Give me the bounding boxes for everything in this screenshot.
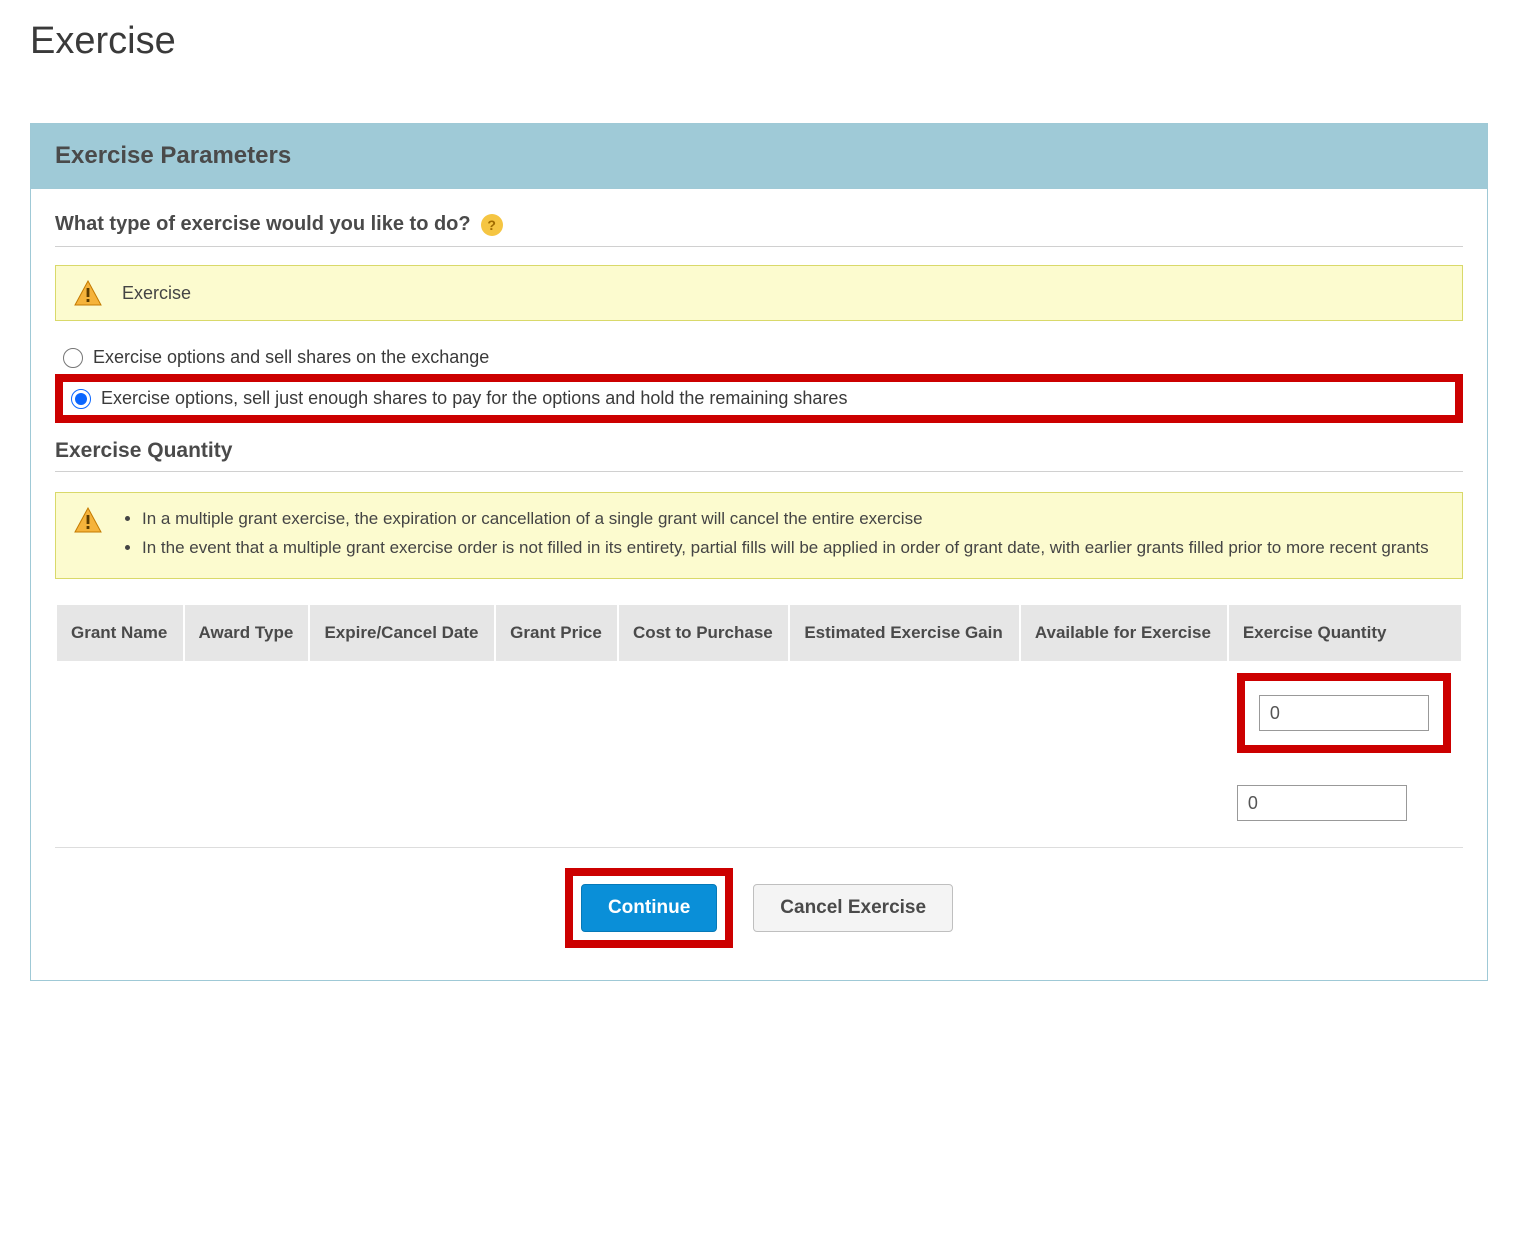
cancel-exercise-button[interactable]: Cancel Exercise (753, 884, 953, 932)
redacted-cells (56, 764, 1228, 842)
qty-cell (1228, 764, 1462, 842)
exercise-quantity-title: Exercise Quantity (55, 439, 1463, 472)
grants-table: Grant Name Award Type Expire/Cancel Date… (55, 603, 1463, 843)
panel-header: Exercise Parameters (31, 124, 1487, 189)
question-text: What type of exercise would you like to … (55, 213, 471, 236)
exercise-panel: Exercise Parameters What type of exercis… (30, 123, 1488, 981)
continue-button[interactable]: Continue (581, 884, 717, 932)
help-icon[interactable]: ? (481, 214, 503, 236)
radio-label: Exercise options, sell just enough share… (101, 388, 847, 409)
exercise-type-question: What type of exercise would you like to … (55, 213, 1463, 247)
table-row (56, 662, 1462, 764)
continue-highlight: Continue (565, 868, 733, 948)
quantity-alert: In a multiple grant exercise, the expira… (55, 492, 1463, 579)
quantity-alert-list: In a multiple grant exercise, the expira… (122, 507, 1429, 564)
quantity-alert-item: In the event that a multiple grant exerc… (142, 536, 1429, 561)
exercise-quantity-input[interactable] (1237, 785, 1407, 821)
exercise-alert-text: Exercise (122, 283, 191, 304)
col-grant-price: Grant Price (495, 604, 618, 662)
col-available: Available for Exercise (1020, 604, 1228, 662)
col-cost-purchase: Cost to Purchase (618, 604, 789, 662)
table-row (56, 764, 1462, 842)
exercise-alert: Exercise (55, 265, 1463, 321)
radio-exercise-and-sell[interactable]: Exercise options and sell shares on the … (55, 341, 1463, 374)
radio-label: Exercise options and sell shares on the … (93, 347, 489, 368)
radio-sell-to-cover[interactable]: Exercise options, sell just enough share… (55, 374, 1463, 423)
radio-exercise-and-sell-input[interactable] (63, 348, 83, 368)
warning-icon (74, 280, 102, 306)
panel-body: What type of exercise would you like to … (31, 189, 1487, 980)
redacted-cells (56, 662, 1228, 764)
col-expire-date: Expire/Cancel Date (309, 604, 495, 662)
col-est-gain: Estimated Exercise Gain (789, 604, 1020, 662)
qty-cell (1228, 662, 1462, 764)
col-exercise-qty: Exercise Quantity (1228, 604, 1462, 662)
table-header-row: Grant Name Award Type Expire/Cancel Date… (56, 604, 1462, 662)
page-title: Exercise (30, 20, 1488, 63)
radio-sell-to-cover-input[interactable] (71, 389, 91, 409)
qty-highlight (1237, 673, 1451, 753)
exercise-type-radio-group: Exercise options and sell shares on the … (55, 341, 1463, 423)
quantity-alert-item: In a multiple grant exercise, the expira… (142, 507, 1429, 532)
warning-icon (74, 507, 102, 533)
col-award-type: Award Type (184, 604, 310, 662)
exercise-quantity-input[interactable] (1259, 695, 1429, 731)
col-grant-name: Grant Name (56, 604, 184, 662)
footer-actions: Continue Cancel Exercise (55, 847, 1463, 956)
